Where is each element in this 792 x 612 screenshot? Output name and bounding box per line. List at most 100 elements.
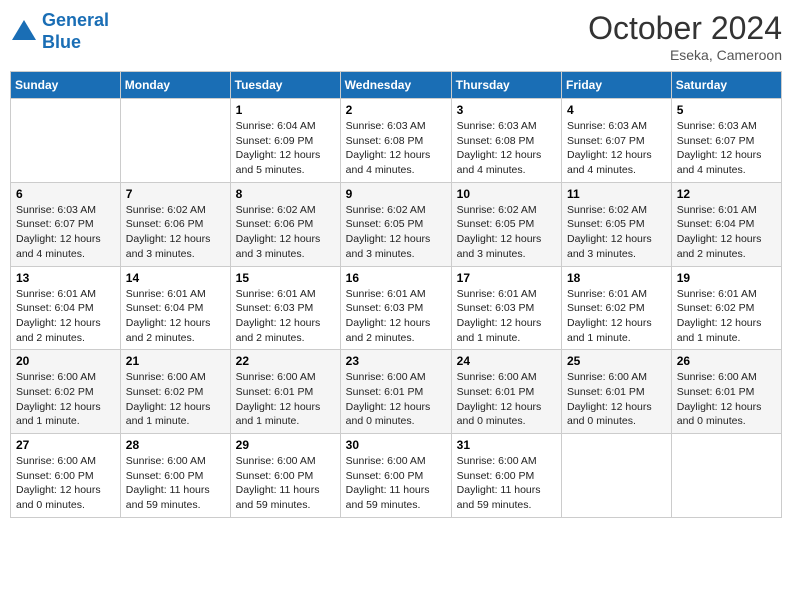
week-row-1: 1 Sunrise: 6:04 AM Sunset: 6:09 PM Daylig… (11, 99, 782, 183)
calendar-cell: 4 Sunrise: 6:03 AM Sunset: 6:07 PM Daylig… (562, 99, 672, 183)
day-details: Sunrise: 6:00 AM Sunset: 6:01 PM Dayligh… (567, 370, 666, 429)
location: Eseka, Cameroon (588, 47, 782, 63)
logo-text: General Blue (42, 10, 109, 53)
day-number: 11 (567, 187, 666, 201)
day-details: Sunrise: 6:03 AM Sunset: 6:07 PM Dayligh… (567, 119, 666, 178)
day-number: 26 (677, 354, 776, 368)
calendar-cell: 16 Sunrise: 6:01 AM Sunset: 6:03 PM Dayli… (340, 266, 451, 350)
day-number: 14 (126, 271, 225, 285)
calendar-cell: 14 Sunrise: 6:01 AM Sunset: 6:04 PM Dayli… (120, 266, 230, 350)
weekday-header-wednesday: Wednesday (340, 72, 451, 99)
day-details: Sunrise: 6:03 AM Sunset: 6:08 PM Dayligh… (457, 119, 556, 178)
day-number: 16 (346, 271, 446, 285)
week-row-3: 13 Sunrise: 6:01 AM Sunset: 6:04 PM Dayli… (11, 266, 782, 350)
weekday-header-row: SundayMondayTuesdayWednesdayThursdayFrid… (11, 72, 782, 99)
calendar-cell: 10 Sunrise: 6:02 AM Sunset: 6:05 PM Dayli… (451, 182, 561, 266)
calendar-cell: 24Sunrise: 6:00 AM Sunset: 6:01 PM Dayli… (451, 350, 561, 434)
day-details: Sunrise: 6:01 AM Sunset: 6:03 PM Dayligh… (457, 287, 556, 346)
calendar-cell: 3 Sunrise: 6:03 AM Sunset: 6:08 PM Daylig… (451, 99, 561, 183)
day-number: 10 (457, 187, 556, 201)
day-number: 4 (567, 103, 666, 117)
day-details: Sunrise: 6:00 AM Sunset: 6:00 PM Dayligh… (346, 454, 446, 513)
calendar-cell: 15Sunrise: 6:01 AM Sunset: 6:03 PM Dayli… (230, 266, 340, 350)
weekday-header-thursday: Thursday (451, 72, 561, 99)
day-number: 13 (16, 271, 115, 285)
day-number: 19 (677, 271, 776, 285)
day-details: Sunrise: 6:00 AM Sunset: 6:01 PM Dayligh… (346, 370, 446, 429)
calendar-cell: 9 Sunrise: 6:02 AM Sunset: 6:05 PM Daylig… (340, 182, 451, 266)
calendar-cell: 19 Sunrise: 6:01 AM Sunset: 6:02 PM Dayli… (671, 266, 781, 350)
day-number: 23 (346, 354, 446, 368)
logo-line1: General (42, 10, 109, 30)
day-number: 8 (236, 187, 335, 201)
weekday-header-monday: Monday (120, 72, 230, 99)
day-details: Sunrise: 6:01 AM Sunset: 6:03 PM Dayligh… (346, 287, 446, 346)
day-details: Sunrise: 6:02 AM Sunset: 6:05 PM Dayligh… (567, 203, 666, 262)
calendar: SundayMondayTuesdayWednesdayThursdayFrid… (10, 71, 782, 518)
day-details: Sunrise: 6:01 AM Sunset: 6:03 PM Dayligh… (236, 287, 335, 346)
title-area: October 2024 Eseka, Cameroon (588, 10, 782, 63)
day-details: Sunrise: 6:01 AM Sunset: 6:02 PM Dayligh… (567, 287, 666, 346)
day-number: 9 (346, 187, 446, 201)
day-details: Sunrise: 6:01 AM Sunset: 6:04 PM Dayligh… (16, 287, 115, 346)
calendar-cell: 2 Sunrise: 6:03 AM Sunset: 6:08 PM Daylig… (340, 99, 451, 183)
day-number: 28 (126, 438, 225, 452)
logo: General Blue (10, 10, 109, 53)
day-details: Sunrise: 6:00 AM Sunset: 6:00 PM Dayligh… (236, 454, 335, 513)
day-details: Sunrise: 6:00 AM Sunset: 6:00 PM Dayligh… (126, 454, 225, 513)
page-header: General Blue October 2024 Eseka, Cameroo… (10, 10, 782, 63)
calendar-cell: 26 Sunrise: 6:00 AM Sunset: 6:01 PM Dayli… (671, 350, 781, 434)
day-number: 18 (567, 271, 666, 285)
calendar-cell: 28 Sunrise: 6:00 AM Sunset: 6:00 PM Dayli… (120, 434, 230, 518)
day-number: 22 (236, 354, 335, 368)
day-number: 21 (126, 354, 225, 368)
week-row-2: 6Sunrise: 6:03 AM Sunset: 6:07 PM Daylig… (11, 182, 782, 266)
day-details: Sunrise: 6:00 AM Sunset: 6:02 PM Dayligh… (126, 370, 225, 429)
day-number: 5 (677, 103, 776, 117)
calendar-cell: 23 Sunrise: 6:00 AM Sunset: 6:01 PM Dayli… (340, 350, 451, 434)
calendar-cell: 5 Sunrise: 6:03 AM Sunset: 6:07 PM Daylig… (671, 99, 781, 183)
day-number: 7 (126, 187, 225, 201)
day-number: 24 (457, 354, 556, 368)
day-number: 2 (346, 103, 446, 117)
day-details: Sunrise: 6:00 AM Sunset: 6:01 PM Dayligh… (677, 370, 776, 429)
weekday-header-friday: Friday (562, 72, 672, 99)
calendar-cell: 13 Sunrise: 6:01 AM Sunset: 6:04 PM Dayli… (11, 266, 121, 350)
day-details: Sunrise: 6:00 AM Sunset: 6:00 PM Dayligh… (457, 454, 556, 513)
calendar-cell: 27 Sunrise: 6:00 AM Sunset: 6:00 PM Dayli… (11, 434, 121, 518)
day-details: Sunrise: 6:03 AM Sunset: 6:08 PM Dayligh… (346, 119, 446, 178)
week-row-4: 20 Sunrise: 6:00 AM Sunset: 6:02 PM Dayli… (11, 350, 782, 434)
calendar-cell (120, 99, 230, 183)
calendar-cell: 22Sunrise: 6:00 AM Sunset: 6:01 PM Dayli… (230, 350, 340, 434)
day-details: Sunrise: 6:02 AM Sunset: 6:05 PM Dayligh… (346, 203, 446, 262)
calendar-cell: 31 Sunrise: 6:00 AM Sunset: 6:00 PM Dayli… (451, 434, 561, 518)
day-details: Sunrise: 6:02 AM Sunset: 6:06 PM Dayligh… (236, 203, 335, 262)
weekday-header-sunday: Sunday (11, 72, 121, 99)
day-number: 29 (236, 438, 335, 452)
day-number: 20 (16, 354, 115, 368)
day-number: 3 (457, 103, 556, 117)
weekday-header-tuesday: Tuesday (230, 72, 340, 99)
day-details: Sunrise: 6:00 AM Sunset: 6:00 PM Dayligh… (16, 454, 115, 513)
day-details: Sunrise: 6:02 AM Sunset: 6:05 PM Dayligh… (457, 203, 556, 262)
day-details: Sunrise: 6:04 AM Sunset: 6:09 PM Dayligh… (236, 119, 335, 178)
day-details: Sunrise: 6:01 AM Sunset: 6:02 PM Dayligh… (677, 287, 776, 346)
day-details: Sunrise: 6:02 AM Sunset: 6:06 PM Dayligh… (126, 203, 225, 262)
day-number: 1 (236, 103, 335, 117)
day-details: Sunrise: 6:03 AM Sunset: 6:07 PM Dayligh… (677, 119, 776, 178)
calendar-cell: 7 Sunrise: 6:02 AM Sunset: 6:06 PM Daylig… (120, 182, 230, 266)
day-number: 31 (457, 438, 556, 452)
calendar-cell: 1 Sunrise: 6:04 AM Sunset: 6:09 PM Daylig… (230, 99, 340, 183)
calendar-cell: 21 Sunrise: 6:00 AM Sunset: 6:02 PM Dayli… (120, 350, 230, 434)
calendar-cell: 17Sunrise: 6:01 AM Sunset: 6:03 PM Dayli… (451, 266, 561, 350)
calendar-cell: 12Sunrise: 6:01 AM Sunset: 6:04 PM Dayli… (671, 182, 781, 266)
day-details: Sunrise: 6:01 AM Sunset: 6:04 PM Dayligh… (126, 287, 225, 346)
day-details: Sunrise: 6:00 AM Sunset: 6:02 PM Dayligh… (16, 370, 115, 429)
logo-icon (10, 18, 38, 46)
day-number: 25 (567, 354, 666, 368)
day-number: 27 (16, 438, 115, 452)
calendar-cell (11, 99, 121, 183)
calendar-cell: 29 Sunrise: 6:00 AM Sunset: 6:00 PM Dayli… (230, 434, 340, 518)
calendar-cell: 8 Sunrise: 6:02 AM Sunset: 6:06 PM Daylig… (230, 182, 340, 266)
calendar-cell: 30Sunrise: 6:00 AM Sunset: 6:00 PM Dayli… (340, 434, 451, 518)
